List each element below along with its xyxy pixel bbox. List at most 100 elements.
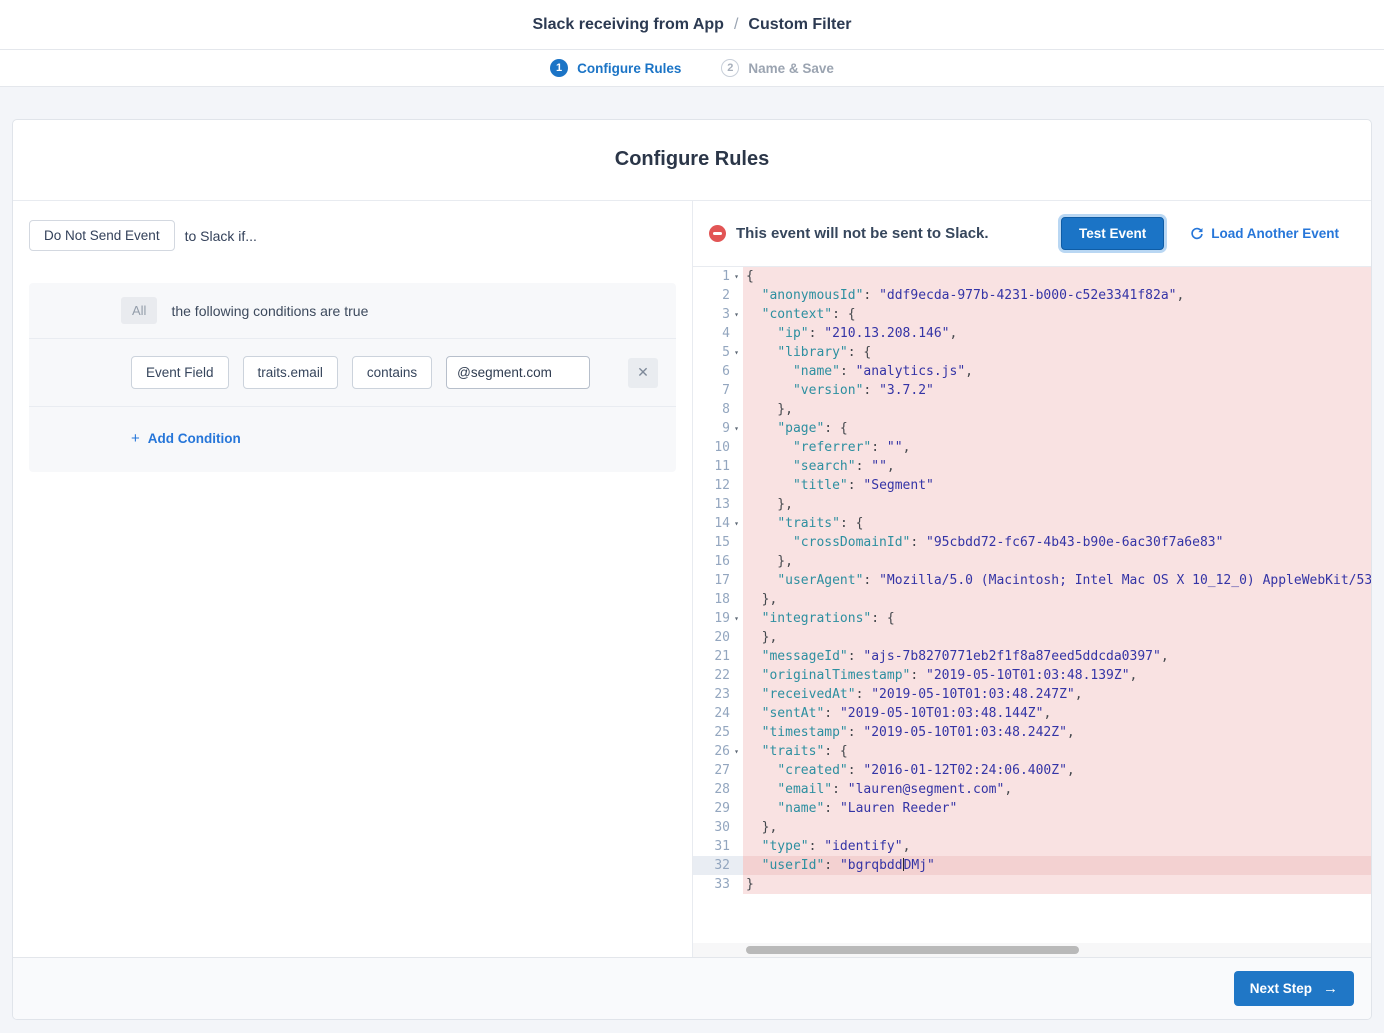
- step-configure-rules[interactable]: 1 Configure Rules: [550, 59, 681, 77]
- chevron-down-icon[interactable]: ▾: [730, 609, 743, 628]
- code-line: 28 "email": "lauren@segment.com",: [693, 780, 1371, 799]
- code-line: 12 "title": "Segment": [693, 476, 1371, 495]
- filter-action-dropdown[interactable]: Do Not Send Event: [29, 220, 175, 251]
- test-event-button[interactable]: Test Event: [1061, 217, 1164, 250]
- step-name-save[interactable]: 2 Name & Save: [721, 59, 834, 77]
- card-title: Configure Rules: [13, 120, 1371, 201]
- horizontal-scrollbar-thumb[interactable]: [746, 946, 1079, 954]
- chevron-down-icon[interactable]: ▾: [730, 305, 743, 324]
- code-line-content: "search": "",: [743, 457, 1371, 476]
- conditions-group: All the following conditions are true Ev…: [29, 283, 676, 472]
- code-line: 29 "name": "Lauren Reeder": [693, 799, 1371, 818]
- line-number: 21: [693, 647, 743, 666]
- add-condition-button[interactable]: + Add Condition: [131, 430, 241, 447]
- code-line: 7 "version": "3.7.2": [693, 381, 1371, 400]
- code-line-content: "originalTimestamp": "2019-05-10T01:03:4…: [743, 666, 1371, 685]
- plus-icon: +: [131, 430, 140, 447]
- code-line: 22 "originalTimestamp": "2019-05-10T01:0…: [693, 666, 1371, 685]
- code-line-content: "messageId": "ajs-7b8270771eb2f1f8a87eed…: [743, 647, 1371, 666]
- line-number: 6: [693, 362, 743, 381]
- condition-field-type-dropdown[interactable]: Event Field: [131, 356, 229, 389]
- condition-operator-dropdown[interactable]: contains: [352, 356, 432, 389]
- code-line-content: },: [743, 400, 1371, 419]
- line-number: 9▾: [693, 419, 743, 438]
- event-preview-panel: This event will not be sent to Slack. Te…: [693, 201, 1371, 957]
- breadcrumb-source[interactable]: Slack receiving from App: [532, 16, 723, 34]
- preview-header: This event will not be sent to Slack. Te…: [693, 201, 1371, 267]
- code-line-content: "userAgent": "Mozilla/5.0 (Macintosh; In…: [743, 571, 1371, 590]
- code-line-content: "page": {: [743, 419, 1371, 438]
- code-line-content: "name": "Lauren Reeder": [743, 799, 1371, 818]
- chevron-down-icon[interactable]: ▾: [730, 514, 743, 533]
- line-number: 4: [693, 324, 743, 343]
- chevron-down-icon[interactable]: ▾: [730, 419, 743, 438]
- filter-builder-panel: Do Not Send Event to Slack if... All the…: [13, 201, 693, 957]
- chevron-down-icon[interactable]: ▾: [730, 267, 743, 286]
- next-step-label: Next Step: [1250, 981, 1312, 996]
- line-number: 2: [693, 286, 743, 305]
- condition-value-input[interactable]: [446, 356, 590, 389]
- line-number: 28: [693, 780, 743, 799]
- horizontal-scrollbar[interactable]: [693, 943, 1371, 957]
- code-line-content: "email": "lauren@segment.com",: [743, 780, 1371, 799]
- match-type-chip[interactable]: All: [121, 297, 157, 324]
- code-line-content: "type": "identify",: [743, 837, 1371, 856]
- code-line: 5▾ "library": {: [693, 343, 1371, 362]
- add-condition-label: Add Condition: [148, 431, 241, 446]
- remove-condition-button[interactable]: ✕: [628, 358, 658, 388]
- code-line: 17 "userAgent": "Mozilla/5.0 (Macintosh;…: [693, 571, 1371, 590]
- line-number: 18: [693, 590, 743, 609]
- code-line-content: "receivedAt": "2019-05-10T01:03:48.247Z"…: [743, 685, 1371, 704]
- line-number: 11: [693, 457, 743, 476]
- code-line: 31 "type": "identify",: [693, 837, 1371, 856]
- line-number: 15: [693, 533, 743, 552]
- json-code-editor[interactable]: 1▾{2 "anonymousId": "ddf9ecda-977b-4231-…: [693, 267, 1371, 957]
- line-number: 5▾: [693, 343, 743, 362]
- line-number: 25: [693, 723, 743, 742]
- code-line: 23 "receivedAt": "2019-05-10T01:03:48.24…: [693, 685, 1371, 704]
- line-number: 16: [693, 552, 743, 571]
- code-line-content: "title": "Segment": [743, 476, 1371, 495]
- line-number: 10: [693, 438, 743, 457]
- line-number: 17: [693, 571, 743, 590]
- page-header: Slack receiving from App / Custom Filter: [0, 0, 1384, 50]
- code-line-content: "anonymousId": "ddf9ecda-977b-4231-b000-…: [743, 286, 1371, 305]
- line-number: 23: [693, 685, 743, 704]
- line-number: 29: [693, 799, 743, 818]
- code-line-content: "traits": {: [743, 514, 1371, 533]
- line-number: 30: [693, 818, 743, 837]
- code-line-content: },: [743, 495, 1371, 514]
- line-number: 31: [693, 837, 743, 856]
- refresh-icon: [1190, 227, 1204, 241]
- code-line: 27 "created": "2016-01-12T02:24:06.400Z"…: [693, 761, 1371, 780]
- code-line-content: "traits": {: [743, 742, 1371, 761]
- code-line: 11 "search": "",: [693, 457, 1371, 476]
- line-number: 3▾: [693, 305, 743, 324]
- code-line: 30 },: [693, 818, 1371, 837]
- arrow-right-icon: →: [1323, 980, 1338, 997]
- code-editor-empty-area: [693, 894, 1371, 943]
- code-line-content: "library": {: [743, 343, 1371, 362]
- condition-field-dropdown[interactable]: traits.email: [243, 356, 338, 389]
- line-number: 7: [693, 381, 743, 400]
- chevron-down-icon[interactable]: ▾: [730, 343, 743, 362]
- load-another-event-button[interactable]: Load Another Event: [1190, 226, 1339, 241]
- step-1-label: Configure Rules: [577, 61, 681, 76]
- code-line-content: "created": "2016-01-12T02:24:06.400Z",: [743, 761, 1371, 780]
- configure-rules-card: Configure Rules Do Not Send Event to Sla…: [12, 119, 1372, 1020]
- line-number: 8: [693, 400, 743, 419]
- line-number: 27: [693, 761, 743, 780]
- next-step-button[interactable]: Next Step →: [1234, 971, 1354, 1006]
- code-line: 33}: [693, 875, 1371, 894]
- step-2-circle: 2: [721, 59, 739, 77]
- card-footer: Next Step →: [13, 957, 1371, 1019]
- breadcrumb-current: Custom Filter: [748, 16, 851, 34]
- wizard-steps: 1 Configure Rules 2 Name & Save: [0, 50, 1384, 87]
- line-number: 14▾: [693, 514, 743, 533]
- step-1-circle: 1: [550, 59, 568, 77]
- code-line: 6 "name": "analytics.js",: [693, 362, 1371, 381]
- line-number: 13: [693, 495, 743, 514]
- code-line: 1▾{: [693, 267, 1371, 286]
- code-line: 8 },: [693, 400, 1371, 419]
- chevron-down-icon[interactable]: ▾: [730, 742, 743, 761]
